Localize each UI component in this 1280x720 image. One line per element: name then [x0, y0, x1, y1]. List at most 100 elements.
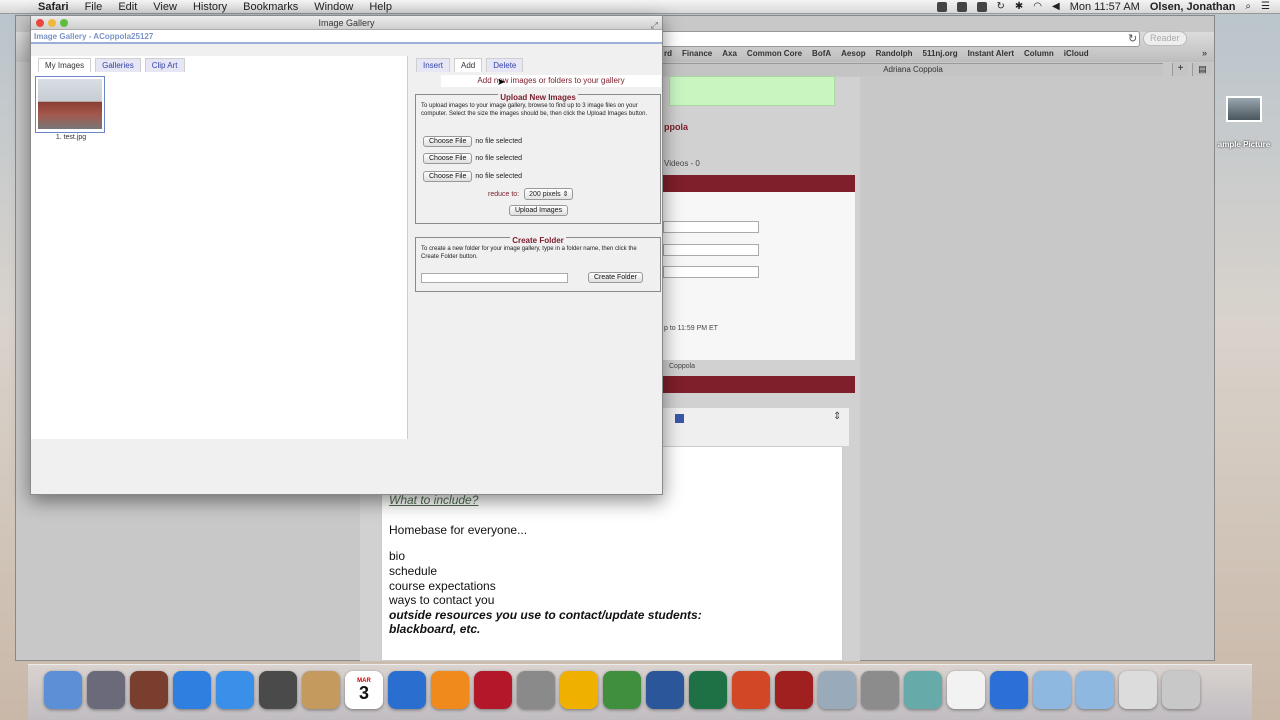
- airplay-icon[interactable]: [976, 1, 987, 12]
- tab-delete[interactable]: Delete: [486, 58, 524, 72]
- form-field[interactable]: [663, 266, 759, 278]
- zoom-button[interactable]: [60, 19, 68, 27]
- ibooks-icon[interactable]: [431, 671, 469, 709]
- calendar-icon[interactable]: MAR 3: [345, 671, 383, 709]
- editor-line: outside resources you use to contact/upd…: [389, 608, 702, 622]
- utilities-icon[interactable]: [861, 671, 899, 709]
- itunes-icon[interactable]: [388, 671, 426, 709]
- folder-name-input[interactable]: [421, 273, 568, 283]
- bluetooth-icon[interactable]: ✱: [1015, 1, 1023, 12]
- volume-icon[interactable]: ◀: [1052, 1, 1060, 12]
- bookmark-item[interactable]: Instant Alert: [968, 49, 1014, 58]
- dictionary-icon[interactable]: [775, 671, 813, 709]
- upload-images-button[interactable]: Upload Images: [509, 205, 569, 216]
- tab-add[interactable]: Add: [454, 58, 483, 72]
- bookmark-item[interactable]: BofA: [812, 49, 831, 58]
- tab-my-images[interactable]: My Images: [38, 58, 92, 72]
- save-icon[interactable]: [675, 414, 684, 423]
- updown-icon[interactable]: ⇕: [833, 411, 841, 422]
- excel-icon[interactable]: [689, 671, 727, 709]
- fullscreen-icon[interactable]: ⤢: [651, 18, 658, 32]
- size-select-value: 200 pixels: [529, 191, 561, 198]
- record-icon[interactable]: [956, 1, 967, 12]
- choose-file-button-3[interactable]: Choose File: [423, 171, 473, 182]
- calendar-day: 3: [358, 683, 369, 703]
- menu-app-safari[interactable]: Safari: [30, 1, 77, 13]
- reminders-icon[interactable]: [947, 671, 985, 709]
- reader-button[interactable]: Reader: [1143, 31, 1187, 46]
- user-name[interactable]: Olsen, Jonathan: [1150, 1, 1236, 13]
- what-to-include-link[interactable]: What to include?: [389, 493, 478, 507]
- bookmark-item[interactable]: Axa: [722, 49, 737, 58]
- choose-file-button-1[interactable]: Choose File: [423, 136, 473, 147]
- menu-help[interactable]: Help: [361, 1, 400, 13]
- minimize-button[interactable]: [48, 19, 56, 27]
- menu-history[interactable]: History: [185, 1, 235, 13]
- bookmark-item[interactable]: 511nj.org: [923, 49, 958, 58]
- bookmark-item[interactable]: Column: [1024, 49, 1054, 58]
- tab-insert[interactable]: Insert: [416, 58, 451, 72]
- section-header-bar: [663, 376, 855, 393]
- clock[interactable]: Mon 11:57 AM: [1070, 1, 1140, 13]
- contacts-icon[interactable]: [302, 671, 340, 709]
- window-titlebar[interactable]: Image Gallery ⤢: [31, 16, 662, 30]
- size-select[interactable]: 200 pixels ⇕: [524, 188, 574, 200]
- form-field[interactable]: [663, 221, 759, 233]
- reduce-row: reduce to: 200 pixels ⇕: [488, 188, 574, 200]
- launchpad-icon[interactable]: [87, 671, 125, 709]
- creative-cloud-icon[interactable]: [936, 1, 947, 12]
- close-button[interactable]: [36, 19, 44, 27]
- safari-icon[interactable]: [216, 671, 254, 709]
- file-row-2: Choose File no file selected: [423, 153, 522, 164]
- address-bar[interactable]: [660, 31, 1140, 47]
- tab-galleries[interactable]: Galleries: [95, 58, 141, 72]
- trash-icon[interactable]: [1162, 671, 1200, 709]
- choose-file-button-2[interactable]: Choose File: [423, 153, 473, 164]
- word-icon[interactable]: [646, 671, 684, 709]
- facetime-icon[interactable]: [259, 671, 297, 709]
- tab-active[interactable]: Adriana Coppola: [663, 63, 1163, 76]
- folder-icon[interactable]: [1076, 671, 1114, 709]
- documents-stack-icon[interactable]: [1119, 671, 1157, 709]
- preview-icon[interactable]: [818, 671, 856, 709]
- upload-description: To upload images to your image gallery, …: [421, 103, 648, 117]
- reload-icon[interactable]: ↻: [1128, 32, 1137, 45]
- tab-clip-art[interactable]: Clip Art: [144, 58, 185, 72]
- image-capture-icon[interactable]: [904, 671, 942, 709]
- bookmark-item[interactable]: Common Core: [747, 49, 802, 58]
- bookmark-item[interactable]: Aesop: [841, 49, 865, 58]
- outlook-icon[interactable]: [560, 671, 598, 709]
- bookmark-item[interactable]: Finance: [682, 49, 712, 58]
- menu-view[interactable]: View: [145, 1, 185, 13]
- menu-edit[interactable]: Edit: [110, 1, 145, 13]
- form-field[interactable]: [663, 244, 759, 256]
- traffic-lights: [36, 19, 68, 27]
- wifi-icon[interactable]: ◠: [1033, 1, 1042, 12]
- system-preferences-icon[interactable]: [517, 671, 555, 709]
- new-tab-button[interactable]: +: [1172, 63, 1188, 76]
- time-machine-icon[interactable]: ↻: [997, 1, 1005, 12]
- bookmarks-bar: rd Finance Axa Common Core BofA Aesop Ra…: [664, 49, 1089, 58]
- spotlight-icon[interactable]: ⌕: [1245, 1, 1251, 12]
- menu-window[interactable]: Window: [306, 1, 361, 13]
- photo-slideshow-icon[interactable]: [474, 671, 512, 709]
- quicktime-icon[interactable]: [990, 671, 1028, 709]
- bookmark-item[interactable]: Randolph: [876, 49, 913, 58]
- image-thumbnail[interactable]: [35, 76, 105, 133]
- photo-booth-icon[interactable]: [130, 671, 168, 709]
- folder-icon[interactable]: [1033, 671, 1071, 709]
- iphoto-icon[interactable]: [603, 671, 641, 709]
- bookmarks-overflow-icon[interactable]: »: [1202, 48, 1207, 58]
- create-folder-button[interactable]: Create Folder: [588, 272, 643, 283]
- powerpoint-icon[interactable]: [732, 671, 770, 709]
- tab-overview-icon[interactable]: ▤: [1192, 63, 1212, 76]
- menu-bookmarks[interactable]: Bookmarks: [235, 1, 306, 13]
- desktop-file[interactable]: ample Picture: [1212, 96, 1276, 149]
- notification-center-icon[interactable]: ☰: [1261, 1, 1270, 12]
- app-store-icon[interactable]: [173, 671, 211, 709]
- bookmark-item[interactable]: iCloud: [1064, 49, 1089, 58]
- bookmark-item[interactable]: rd: [664, 49, 672, 58]
- videos-tab[interactable]: Videos - 0: [664, 159, 700, 168]
- menu-file[interactable]: File: [77, 1, 111, 13]
- finder-icon[interactable]: [44, 671, 82, 709]
